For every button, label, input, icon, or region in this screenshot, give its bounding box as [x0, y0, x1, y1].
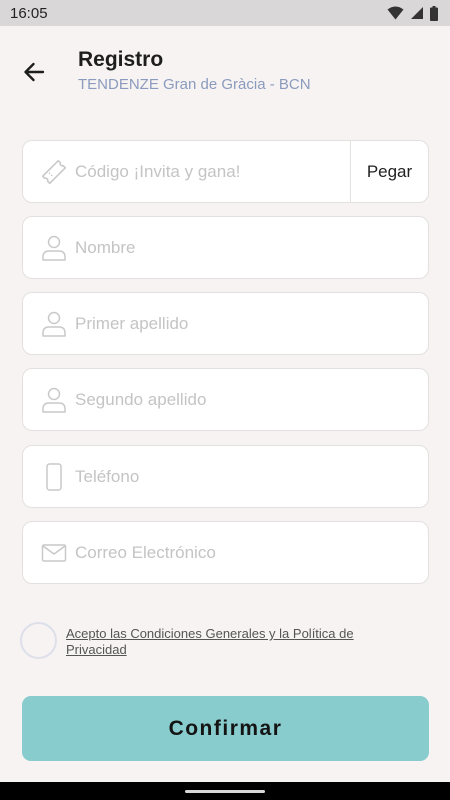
envelope-icon	[39, 538, 69, 568]
wifi-icon	[387, 6, 404, 20]
smartphone-icon	[39, 462, 69, 492]
person-icon	[39, 385, 69, 415]
terms-link[interactable]: Acepto las Condiciones Generales y la Po…	[66, 626, 396, 658]
signal-icon	[411, 7, 423, 19]
battery-icon	[430, 5, 438, 21]
email-field	[22, 521, 429, 584]
header: Registro TENDENZE Gran de Gràcia - BCN	[0, 26, 450, 116]
person-icon	[39, 309, 69, 339]
paste-button[interactable]: Pegar	[350, 141, 428, 202]
second-surname-input[interactable]	[75, 369, 428, 430]
page-subtitle: TENDENZE Gran de Gràcia - BCN	[78, 76, 311, 93]
first-surname-input[interactable]	[75, 293, 428, 354]
phone-input[interactable]	[75, 446, 428, 507]
second-surname-field	[22, 368, 429, 431]
phone-field	[22, 445, 429, 508]
invite-code-input[interactable]	[75, 141, 350, 202]
email-input[interactable]	[75, 522, 428, 583]
status-bar: 16:05	[0, 0, 450, 26]
page-title: Registro	[78, 48, 164, 71]
person-icon	[39, 233, 69, 263]
arrow-left-icon	[24, 62, 45, 82]
back-button[interactable]	[18, 56, 50, 88]
status-icons	[387, 5, 438, 21]
ticket-icon	[39, 157, 69, 187]
navigation-bar	[0, 782, 450, 800]
terms-row: Acepto las Condiciones Generales y la Po…	[20, 622, 430, 659]
home-indicator[interactable]	[185, 790, 265, 793]
first-surname-field	[22, 292, 429, 355]
status-time: 16:05	[10, 4, 48, 22]
first-name-input[interactable]	[75, 217, 428, 278]
first-name-field	[22, 216, 429, 279]
confirm-button[interactable]: Confirmar	[22, 696, 429, 761]
terms-checkbox[interactable]	[20, 622, 57, 659]
invite-code-field: Pegar	[22, 140, 429, 203]
